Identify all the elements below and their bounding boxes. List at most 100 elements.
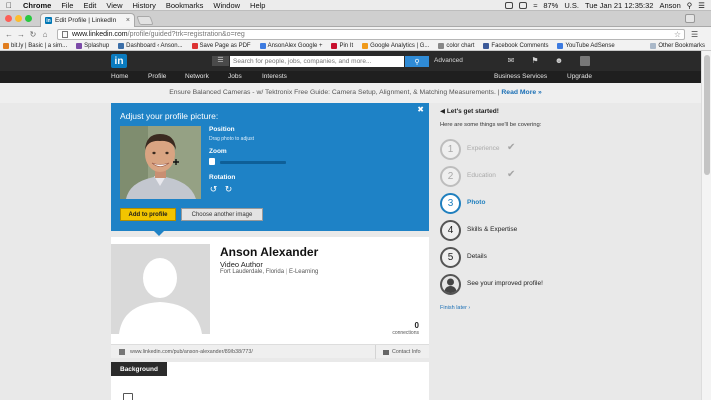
- add-to-profile-button[interactable]: Add to profile: [120, 208, 176, 221]
- public-profile-url[interactable]: www.linkedin.com/pub/anson-alexander/89/…: [130, 349, 253, 355]
- bookmark-item[interactable]: Pin It: [331, 42, 362, 49]
- nav-jobs[interactable]: Jobs: [228, 73, 242, 80]
- bookmark-item[interactable]: Facebook Comments: [483, 42, 557, 49]
- forward-icon[interactable]: →: [15, 30, 27, 39]
- profile-headline[interactable]: Video Author: [220, 260, 263, 269]
- bookmark-label: Splashup: [84, 42, 110, 49]
- bookmark-item[interactable]: bit.ly | Basic | a sim...: [3, 42, 76, 49]
- step-item[interactable]: 3 Photo: [440, 193, 590, 215]
- step-item[interactable]: 5 Details: [440, 247, 590, 269]
- close-tab-icon[interactable]: ×: [126, 17, 130, 24]
- checkmark-icon: ✔: [507, 169, 516, 180]
- bookmark-star-icon[interactable]: ☆: [674, 30, 681, 39]
- linkedin-small-icon: [119, 349, 125, 355]
- add-connections-icon[interactable]: ☻: [554, 56, 564, 65]
- ad-read-more-link[interactable]: Read More »: [501, 89, 541, 96]
- messages-icon[interactable]: ✉: [506, 56, 516, 65]
- bookmark-label: bit.ly | Basic | a sim...: [11, 42, 68, 49]
- notifications-flag-icon[interactable]: ⚑: [530, 56, 540, 65]
- step-item[interactable]: 2 Education ✔: [440, 166, 590, 188]
- locale-text[interactable]: U.S.: [564, 1, 579, 10]
- back-icon[interactable]: ←: [3, 30, 15, 39]
- rotate-right-icon[interactable]: ↻: [224, 185, 233, 194]
- chrome-menu-icon[interactable]: ☰: [691, 30, 698, 39]
- new-tab-button[interactable]: [136, 16, 154, 25]
- profile-location[interactable]: Fort Lauderdale, Florida: [220, 269, 284, 275]
- bookmark-item[interactable]: AnsonAlex Google +: [259, 42, 332, 49]
- bookmark-item[interactable]: color chart: [438, 42, 483, 49]
- tab-title: Edit Profile | LinkedIn: [55, 17, 117, 24]
- nav-business-services[interactable]: Business Services: [494, 73, 547, 80]
- account-avatar[interactable]: [580, 56, 590, 66]
- arrow-left-icon[interactable]: ◀: [440, 108, 447, 115]
- profile-name[interactable]: Anson Alexander: [220, 245, 318, 259]
- page-scrollbar[interactable]: [701, 51, 711, 400]
- nav-profile[interactable]: Profile: [148, 73, 166, 80]
- reload-icon[interactable]: ↻: [27, 30, 39, 39]
- bookmark-item[interactable]: Save Page as PDF: [191, 42, 260, 49]
- close-icon[interactable]: ✖: [417, 105, 424, 114]
- advanced-search-link[interactable]: Advanced: [434, 57, 463, 64]
- browser-tab[interactable]: in Edit Profile | LinkedIn ×: [40, 13, 135, 27]
- bookmark-label: Facebook Comments: [491, 42, 549, 49]
- step-item[interactable]: 4 Skills & Expertise: [440, 220, 590, 242]
- picture-adjust-panel: Adjust your profile picture: ✖ Position …: [111, 103, 429, 236]
- menu-edit[interactable]: Edit: [78, 1, 101, 10]
- nav-upgrade[interactable]: Upgrade: [567, 73, 592, 80]
- close-window-icon[interactable]: [5, 15, 12, 22]
- nav-network[interactable]: Network: [185, 73, 209, 80]
- menu-history[interactable]: History: [128, 1, 161, 10]
- search-category-icon[interactable]: ☰: [212, 56, 229, 66]
- profile-photo-placeholder[interactable]: [111, 244, 210, 334]
- user-text[interactable]: Anson: [659, 1, 680, 10]
- rotate-left-icon[interactable]: ↺: [209, 185, 218, 194]
- address-bar[interactable]: www.linkedin.com/profile/guided?trk=regi…: [57, 28, 685, 40]
- menu-window[interactable]: Window: [208, 1, 245, 10]
- step-item[interactable]: 1 Experience ✔: [440, 139, 590, 161]
- bookmark-item[interactable]: Google Analytics | G...: [362, 42, 438, 49]
- camera-icon[interactable]: [505, 1, 514, 9]
- menu-file[interactable]: File: [56, 1, 78, 10]
- scrollbar-thumb[interactable]: [704, 55, 710, 175]
- bookmark-item[interactable]: Splashup: [76, 42, 118, 49]
- profile-badge-icon[interactable]: [685, 14, 695, 23]
- step-item[interactable]: See your improved profile!: [440, 274, 590, 296]
- list-icon[interactable]: ☰: [698, 1, 705, 10]
- maximize-window-icon[interactable]: [25, 15, 32, 22]
- bookmark-item[interactable]: Dashboard ‹ Anson...: [118, 42, 191, 49]
- background-tab[interactable]: Background: [111, 362, 167, 376]
- bookmark-favicon-icon: [557, 42, 564, 49]
- ad-banner[interactable]: Ensure Balanced Cameras - w/ Tektronix F…: [0, 83, 711, 103]
- menu-view[interactable]: View: [101, 1, 127, 10]
- finish-later-link[interactable]: Finish later ›: [440, 305, 470, 311]
- other-bookmarks-label: Other Bookmarks: [658, 42, 705, 49]
- home-icon[interactable]: ⌂: [39, 30, 51, 39]
- choose-another-image-button[interactable]: Choose another image: [181, 208, 263, 221]
- contact-info-label: Contact Info: [392, 349, 421, 355]
- step-label: Photo: [467, 199, 486, 206]
- wifi-icon[interactable]: ≈: [533, 1, 537, 10]
- apple-icon[interactable]: : [0, 1, 18, 10]
- nav-home[interactable]: Home: [111, 73, 128, 80]
- profile-industry[interactable]: E-Learning: [289, 269, 318, 275]
- search-input[interactable]: [230, 56, 404, 67]
- menu-app[interactable]: Chrome: [18, 1, 56, 10]
- minimize-window-icon[interactable]: [15, 15, 22, 22]
- contact-info-button[interactable]: Contact Info: [375, 345, 429, 359]
- bookmark-label: YouTube AdSense: [565, 42, 615, 49]
- linkedin-logo[interactable]: in: [111, 54, 127, 68]
- menu-bookmarks[interactable]: Bookmarks: [161, 1, 209, 10]
- zoom-slider-track[interactable]: [220, 161, 286, 164]
- battery-text[interactable]: 87%: [543, 1, 558, 10]
- zoom-slider-thumb[interactable]: [209, 158, 215, 165]
- steps-title: ◀ Let's get started!: [440, 108, 499, 115]
- search-icon[interactable]: ⚲: [687, 1, 693, 10]
- bookmark-item[interactable]: YouTube AdSense: [557, 42, 623, 49]
- profile-photo-preview[interactable]: [120, 126, 201, 199]
- other-bookmarks-folder[interactable]: Other Bookmarks: [650, 42, 711, 49]
- search-button[interactable]: ⚲: [405, 56, 429, 67]
- nav-interests[interactable]: Interests: [262, 73, 287, 80]
- monitor-icon[interactable]: [519, 1, 528, 9]
- clock-text[interactable]: Tue Jan 21 12:35:32: [585, 1, 654, 10]
- menu-help[interactable]: Help: [245, 1, 270, 10]
